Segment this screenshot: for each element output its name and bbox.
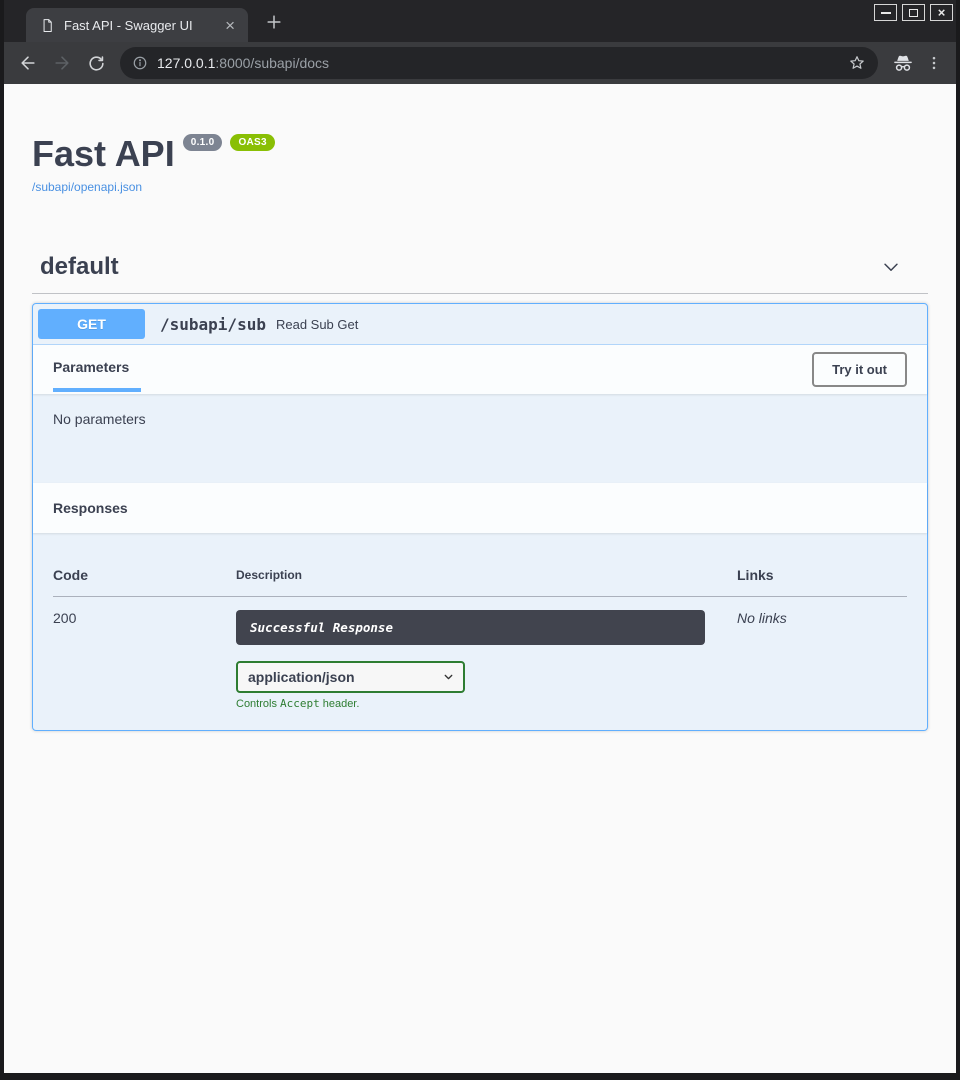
reload-button[interactable] (81, 48, 111, 78)
accept-header-note: ControlsAcceptheader. (236, 697, 737, 710)
response-description: Successful Response (236, 610, 705, 645)
incognito-icon (891, 51, 915, 75)
response-links-cell: No links (737, 597, 907, 711)
url-path: :8000/subapi/docs (215, 55, 329, 71)
browser-tab[interactable]: Fast API - Swagger UI × (26, 8, 248, 42)
operation-summary: Read Sub Get (276, 317, 358, 332)
back-button[interactable] (13, 48, 43, 78)
address-bar[interactable]: 127.0.0.1:8000/subapi/docs (120, 47, 878, 79)
accept-note-suffix: header. (323, 698, 360, 710)
table-row-response-200: 200 Successful Response application/json (53, 597, 907, 711)
accept-note-prefix: Controls (236, 698, 277, 710)
forward-button[interactable] (47, 48, 77, 78)
media-type-control: application/json (236, 661, 465, 693)
version-badge: 0.1.0 (183, 134, 223, 151)
responses-body: Code Description Links 200 Successful Re… (33, 533, 927, 730)
responses-title: Responses (53, 500, 128, 516)
minimize-icon (881, 12, 891, 14)
tab-close-icon[interactable]: × (222, 17, 238, 34)
tag-section-default: default GET /subapi/sub Read Sub Get (32, 253, 928, 731)
bookmark-star-icon[interactable] (848, 54, 866, 72)
column-header-description: Description (236, 553, 737, 597)
media-type-select[interactable]: application/json (236, 661, 465, 693)
browser-window: Fast API - Swagger UI × × (0, 0, 960, 1080)
tab-parameters: Parameters (53, 345, 141, 392)
oas3-badge: OAS3 (230, 134, 274, 151)
try-it-out-button[interactable]: Try it out (812, 352, 907, 387)
api-title-text: Fast API (32, 133, 175, 174)
opblock-get-subapi-sub: GET /subapi/sub Read Sub Get Parameters … (32, 303, 928, 731)
responses-header: Responses (33, 483, 927, 533)
url-host: 127.0.0.1 (157, 55, 215, 71)
tag-name: default (40, 253, 119, 281)
opblock-summary[interactable]: GET /subapi/sub Read Sub Get (33, 304, 927, 345)
accept-code: Accept (280, 697, 320, 710)
chevron-down-icon[interactable] (880, 256, 902, 278)
response-description-cell: Successful Response application/json (236, 597, 737, 711)
minimize-button[interactable] (874, 4, 897, 21)
openapi-spec-link[interactable]: /subapi/openapi.json (32, 180, 142, 194)
method-badge-get: GET (38, 309, 145, 339)
tag-header[interactable]: default (32, 253, 928, 294)
window-controls: × (874, 4, 953, 21)
api-info: Fast API 0.1.0 OAS3 /subapi/openapi.json (32, 133, 928, 196)
response-code: 200 (53, 597, 236, 711)
tab-title: Fast API - Swagger UI (64, 18, 213, 33)
maximize-icon (909, 9, 918, 17)
site-info-icon[interactable] (132, 55, 148, 71)
no-links-text: No links (737, 610, 787, 626)
parameters-body: No parameters (33, 394, 927, 483)
api-title: Fast API 0.1.0 OAS3 (32, 133, 928, 175)
browser-menu-icon[interactable] (925, 54, 943, 72)
parameters-header: Parameters Try it out (33, 345, 927, 394)
tab-strip: Fast API - Swagger UI × × (4, 0, 956, 42)
column-header-code: Code (53, 553, 236, 597)
close-button[interactable]: × (930, 4, 953, 21)
swagger-page: Fast API 0.1.0 OAS3 /subapi/openapi.json d… (4, 84, 956, 1073)
url-text[interactable]: 127.0.0.1:8000/subapi/docs (157, 55, 329, 71)
column-header-links: Links (737, 553, 907, 597)
new-tab-button[interactable] (264, 12, 284, 32)
responses-table: Code Description Links 200 Successful Re… (53, 553, 907, 710)
no-parameters-text: No parameters (53, 411, 146, 427)
page-favicon-icon (40, 18, 55, 33)
operation-path: /subapi/sub (160, 315, 266, 334)
maximize-button[interactable] (902, 4, 925, 21)
toolbar-right (887, 51, 947, 75)
browser-toolbar: 127.0.0.1:8000/subapi/docs (4, 42, 956, 84)
